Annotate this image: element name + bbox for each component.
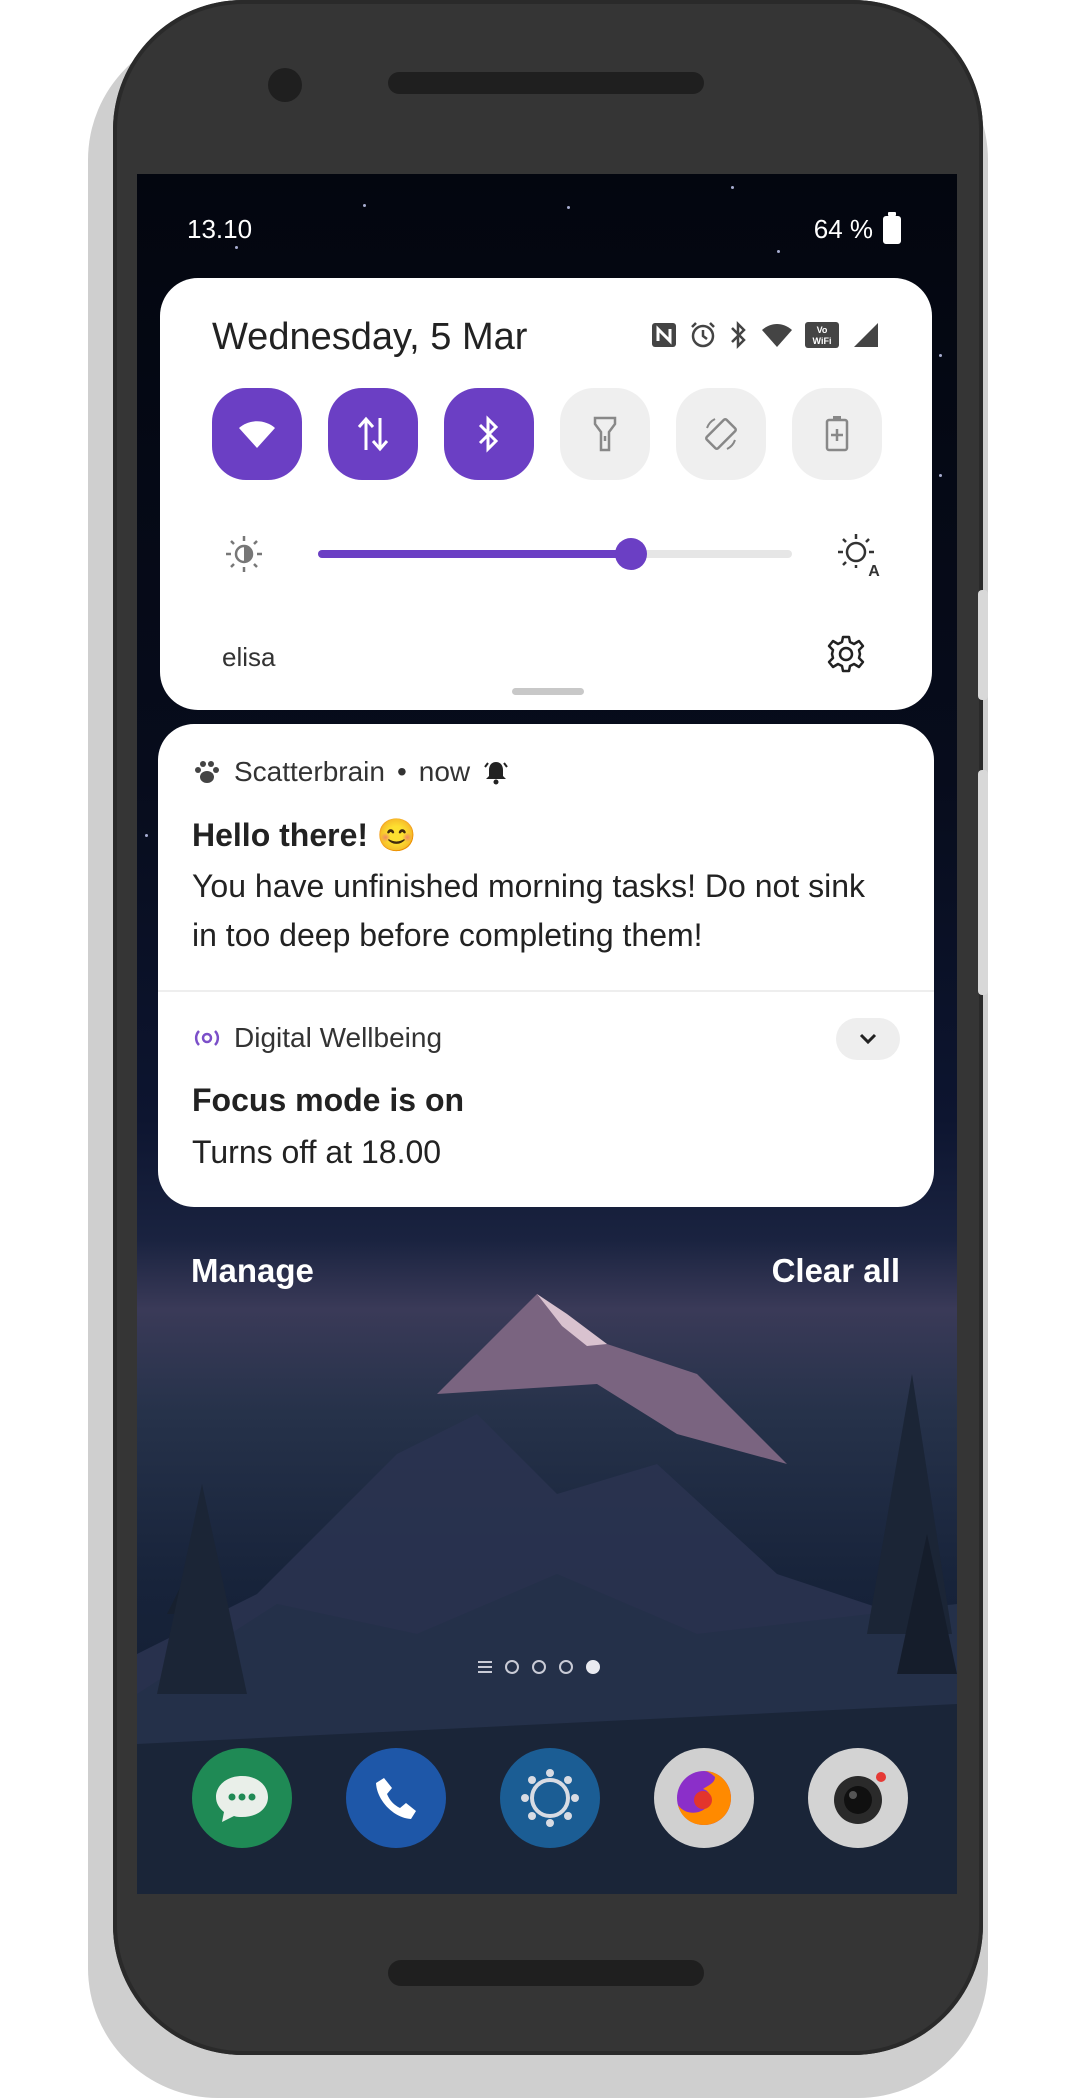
bluetooth-icon	[478, 415, 499, 453]
page-dot-active	[586, 1660, 600, 1674]
status-battery: 64 %	[813, 211, 901, 245]
notification-header: Scatterbrain • now	[192, 756, 510, 788]
messages-app-icon[interactable]	[192, 1748, 292, 1848]
notification-scatterbrain[interactable]: Scatterbrain • now Hello there! 😊 You ha…	[158, 724, 934, 990]
brightness-slider[interactable]	[318, 538, 792, 570]
phone-icon	[376, 1778, 416, 1819]
paw-icon	[195, 761, 219, 783]
notification-title: Focus mode is on	[192, 1082, 465, 1118]
auto-brightness-icon[interactable]: A	[836, 532, 884, 578]
tile-mobile-data[interactable]	[328, 388, 418, 480]
carrier-name: elisa	[222, 642, 276, 672]
camera-app-icon[interactable]	[808, 1748, 908, 1848]
battery-saver-icon	[825, 416, 849, 452]
svg-text:WiFi: WiFi	[813, 336, 832, 346]
scatterbrain-icon	[521, 1769, 579, 1827]
chevron-down-icon	[859, 1033, 877, 1045]
svg-text:A: A	[868, 563, 880, 578]
status-bar: 13.10 64 %	[137, 210, 957, 250]
phone-app-icon[interactable]	[346, 1748, 446, 1848]
firefox-icon	[677, 1771, 731, 1825]
data-arrows-icon	[357, 416, 389, 452]
brightness-slider-thumb[interactable]	[614, 538, 647, 570]
quick-settings-panel: Wednesday, 5 Mar Vo WiFi A elisa	[160, 278, 932, 710]
vowifi-icon: VoWiFi	[805, 322, 839, 348]
clear-all-button[interactable]: Clear all	[772, 1252, 900, 1290]
notification-app-name: Scatterbrain	[234, 756, 385, 787]
rotate-icon	[705, 418, 737, 450]
bluetooth-icon	[731, 320, 746, 350]
notification-time: now	[418, 756, 471, 787]
notification-digital-wellbeing[interactable]: Digital Wellbeing Focus mode is on Turns…	[158, 992, 934, 1207]
page-indicator[interactable]	[478, 1660, 600, 1674]
alert-bell-icon	[484, 762, 508, 785]
signal-icon	[854, 323, 878, 347]
apps-list-icon	[478, 1661, 492, 1673]
tile-flashlight[interactable]	[560, 388, 650, 480]
notification-stack: Scatterbrain • now Hello there! 😊 You ha…	[158, 724, 934, 1207]
bottom-speaker	[388, 1960, 704, 1986]
notification-body: You have unfinished morning tasks! Do no…	[192, 868, 865, 953]
separator-dot: •	[396, 756, 407, 787]
settings-gear-icon[interactable]	[826, 634, 866, 674]
battery-icon	[883, 211, 901, 244]
tile-bluetooth[interactable]	[444, 388, 534, 480]
notification-body: Turns off at 18.00	[192, 1134, 442, 1170]
qs-drag-handle[interactable]	[512, 688, 584, 695]
qs-date: Wednesday, 5 Mar	[212, 316, 528, 358]
tile-wifi[interactable]	[212, 388, 302, 480]
status-time: 13.10	[187, 214, 253, 244]
notification-app-name: Digital Wellbeing	[234, 1022, 443, 1053]
camera-icon	[834, 1772, 886, 1824]
qs-status-icons: Vo WiFi	[650, 320, 880, 350]
brightness-low-icon	[226, 536, 262, 572]
messages-icon	[216, 1776, 268, 1822]
earpiece-speaker	[388, 72, 704, 94]
wifi-icon	[239, 421, 275, 448]
power-button	[978, 770, 988, 995]
digital-wellbeing-icon	[194, 1030, 220, 1046]
page-dot	[559, 1660, 573, 1674]
firefox-app-icon[interactable]	[654, 1748, 754, 1848]
page-dot	[532, 1660, 546, 1674]
notification-header: Digital Wellbeing	[192, 1022, 442, 1054]
svg-text:Vo: Vo	[817, 325, 828, 335]
tile-battery-saver[interactable]	[792, 388, 882, 480]
scatterbrain-app-icon[interactable]	[500, 1748, 600, 1848]
brightness-slider-fill	[318, 550, 631, 558]
tile-auto-rotate[interactable]	[676, 388, 766, 480]
page-dot	[505, 1660, 519, 1674]
manage-button[interactable]: Manage	[191, 1252, 314, 1290]
nfc-icon	[652, 323, 676, 347]
battery-percent: 64 %	[813, 214, 873, 244]
wifi-icon	[762, 324, 792, 347]
alarm-icon	[691, 322, 715, 348]
flashlight-icon	[593, 416, 617, 452]
front-camera	[268, 68, 302, 102]
expand-button[interactable]	[836, 1018, 900, 1060]
volume-button	[978, 590, 988, 700]
notification-title: Hello there! 😊	[192, 817, 417, 853]
